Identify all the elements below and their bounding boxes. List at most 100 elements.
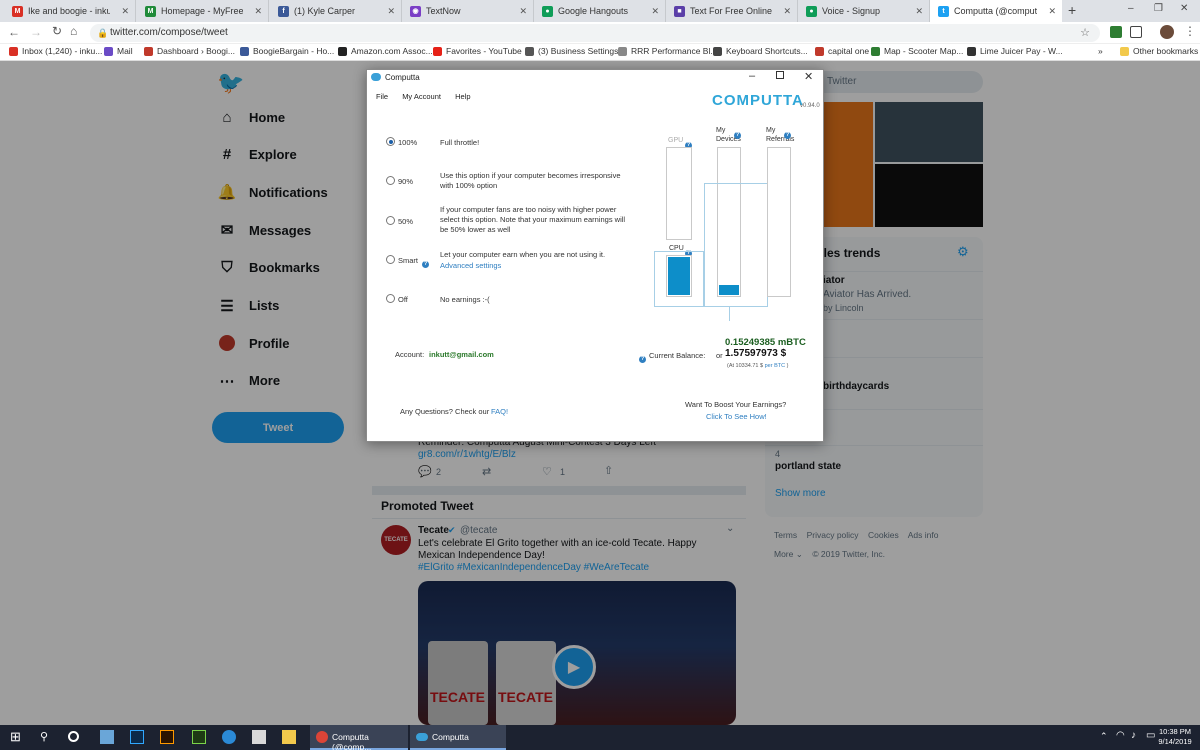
restore-window-icon[interactable]: ❐: [1154, 3, 1163, 14]
tray-chevron-icon[interactable]: ⌃: [1100, 731, 1108, 742]
bookmark-label: Favorites - YouTube: [446, 46, 522, 56]
folder-icon[interactable]: [282, 730, 296, 744]
windows-start-icon[interactable]: ⊞: [10, 729, 21, 745]
profile-avatar[interactable]: [1160, 25, 1174, 39]
help-icon[interactable]: ?: [639, 351, 646, 369]
tab-close-icon[interactable]: ✕: [1042, 6, 1062, 17]
boost-link[interactable]: Click To See How!: [706, 412, 767, 421]
bookmark-favicon-icon: [713, 46, 722, 56]
bookmark-item[interactable]: Lime Juicer Pay - W...: [967, 46, 1063, 56]
bookmark-item[interactable]: (3) Business Settings: [525, 46, 618, 56]
address-bar[interactable]: 🔒 twitter.com/compose/tweet ☆: [90, 24, 1100, 42]
tab-7[interactable]: ● Voice - Signup ✕: [798, 0, 930, 22]
tab-close-icon[interactable]: ✕: [645, 6, 665, 17]
tab-1[interactable]: M Ike and boogie - inkutt@gn ✕: [4, 0, 136, 22]
star-icon[interactable]: ☆: [1080, 24, 1090, 42]
clock[interactable]: 10:38 PM 9/14/2019: [1158, 727, 1192, 747]
bookmark-item[interactable]: BoogieBargain - Ho...: [240, 46, 334, 56]
bookmark-item[interactable]: capital one: [815, 46, 869, 56]
tab-close-icon[interactable]: ✕: [381, 6, 401, 17]
reload-icon[interactable]: ↻: [52, 24, 62, 38]
maximize-icon[interactable]: [776, 71, 784, 79]
advanced-settings-link[interactable]: Advanced settings: [440, 261, 501, 270]
taskbar-item[interactable]: Computta: [410, 725, 506, 750]
connector-stem: [729, 307, 730, 321]
tab-2[interactable]: M Homepage - MyFreeCams ✕: [137, 0, 269, 22]
app-icon[interactable]: [252, 730, 266, 744]
menu-help[interactable]: Help: [455, 92, 470, 101]
bookmark-favicon-icon: [618, 46, 627, 56]
radio-50[interactable]: [386, 216, 395, 225]
tab-close-icon[interactable]: ✕: [248, 6, 268, 17]
bookmark-item[interactable]: Mail: [104, 46, 133, 56]
bookmark-item[interactable]: RRR Performance Bl...: [618, 46, 717, 56]
option-off-label[interactable]: Off: [398, 295, 408, 304]
tab-close-icon[interactable]: ✕: [909, 6, 929, 17]
option-90-label[interactable]: 90%: [398, 177, 413, 186]
close-window-icon[interactable]: ✕: [1180, 3, 1188, 14]
menu-icon[interactable]: ⋮: [1184, 24, 1196, 38]
back-icon[interactable]: ←: [8, 25, 20, 39]
tab-5[interactable]: ● Google Hangouts ✕: [534, 0, 666, 22]
cast-icon[interactable]: [1130, 26, 1142, 38]
bookmark-label: Dashboard › Boogi...: [157, 46, 235, 56]
bookmark-item[interactable]: Keyboard Shortcuts...: [713, 46, 808, 56]
bookmark-item[interactable]: Map - Scooter Map...: [871, 46, 963, 56]
folder-icon: [1120, 46, 1129, 56]
bookmark-item[interactable]: Dashboard › Boogi...: [144, 46, 235, 56]
cortana-icon[interactable]: [68, 731, 79, 742]
close-icon[interactable]: ✕: [804, 70, 813, 83]
tab-4[interactable]: ◉ TextNow ✕: [402, 0, 534, 22]
menu-my-account[interactable]: My Account: [402, 92, 441, 101]
radio-90[interactable]: [386, 176, 395, 185]
photoshop-icon[interactable]: [130, 730, 144, 744]
faq-link[interactable]: FAQ!: [491, 407, 508, 416]
bookmark-label: Inbox (1,240) - inku...: [22, 46, 103, 56]
tab-8[interactable]: t Computta (@computtacom ✕: [930, 0, 1062, 22]
minimize-icon[interactable]: –: [749, 70, 755, 82]
help-icon[interactable]: ?: [734, 127, 741, 145]
tab-favicon-icon: ■: [674, 5, 685, 17]
search-icon[interactable]: ⚲: [40, 730, 48, 743]
home-browser-icon[interactable]: ⌂: [70, 24, 77, 38]
bookmark-item[interactable]: Amazon.com Assoc...: [338, 46, 433, 56]
help-icon[interactable]: ?: [784, 127, 791, 145]
bookmark-favicon-icon: [433, 46, 442, 56]
dreamweaver-icon[interactable]: [192, 730, 206, 744]
title-bar[interactable]: Computta – ✕: [367, 70, 823, 86]
bookmark-item[interactable]: Inbox (1,240) - inku...: [9, 46, 102, 56]
app-icon[interactable]: [100, 730, 114, 744]
option-smart-label[interactable]: Smart: [398, 256, 418, 265]
taskbar-item-label: Computta (@comp...: [332, 732, 372, 750]
bookmark-label: capital one: [828, 46, 870, 56]
volume-icon[interactable]: ♪: [1131, 730, 1136, 741]
radio-off[interactable]: [386, 294, 395, 303]
balance-btc: 0.15249385 mBTC: [725, 337, 806, 348]
extension-icon[interactable]: [1110, 26, 1122, 38]
tab-close-icon[interactable]: ✕: [777, 6, 797, 17]
other-bookmarks[interactable]: Other bookmarks: [1120, 46, 1198, 56]
wifi-icon[interactable]: ◠: [1116, 730, 1125, 741]
taskbar-item[interactable]: Computta (@comp...: [310, 725, 408, 750]
tab-3[interactable]: f (1) Kyle Carper ✕: [270, 0, 402, 22]
bookmark-item[interactable]: Favorites - YouTube: [433, 46, 522, 56]
option-50-label[interactable]: 50%: [398, 217, 413, 226]
tab-6[interactable]: ■ Text For Free Online | TextFr ✕: [666, 0, 798, 22]
tab-close-icon[interactable]: ✕: [115, 6, 135, 17]
option-100-label[interactable]: 100%: [398, 138, 417, 147]
rate-link[interactable]: per BTC: [765, 363, 785, 369]
radio-100[interactable]: [386, 137, 395, 146]
battery-icon[interactable]: ▭: [1146, 730, 1155, 741]
new-tab-button[interactable]: +: [1068, 2, 1076, 18]
rate-prefix: (At 10334.71 $: [727, 363, 764, 369]
minimize-window-icon[interactable]: –: [1128, 3, 1134, 14]
menu-file[interactable]: File: [376, 92, 388, 101]
forward-icon[interactable]: →: [30, 25, 42, 39]
computta-cloud-icon: [371, 73, 381, 81]
more-bookmarks-button[interactable]: »: [1098, 46, 1103, 56]
tab-close-icon[interactable]: ✕: [513, 6, 533, 17]
illustrator-icon[interactable]: [160, 730, 174, 744]
radio-smart[interactable]: [386, 255, 395, 264]
browser-icon[interactable]: [222, 730, 236, 744]
option-smart-desc: Let your computer earn when you are not …: [440, 250, 606, 259]
